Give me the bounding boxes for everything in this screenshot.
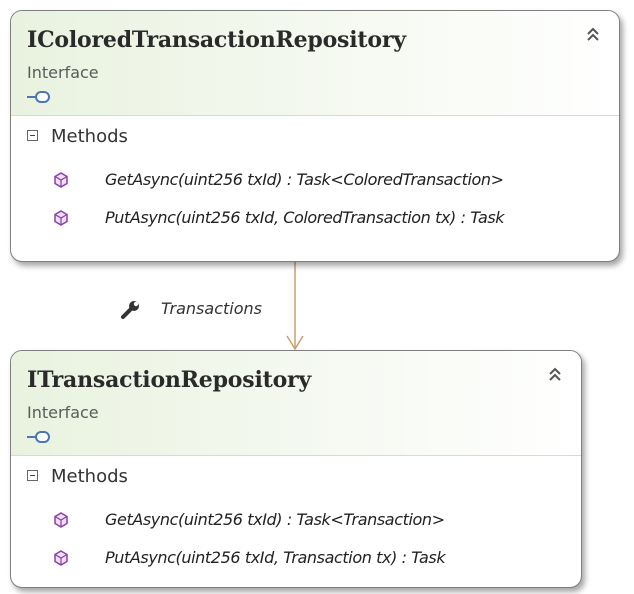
method-signature: PutAsync(uint256 txId, ColoredTransactio…	[105, 208, 505, 227]
methods-compartment[interactable]: Methods	[11, 455, 581, 502]
method-cube-icon	[54, 210, 68, 226]
class-title: IColoredTransactionRepository	[27, 27, 406, 53]
collapse-minus-icon[interactable]	[27, 470, 38, 481]
methods-compartment[interactable]: Methods	[11, 115, 619, 162]
collapse-minus-icon[interactable]	[27, 130, 38, 141]
method-row[interactable]: GetAsync(uint256 txId) : Task<ColoredTra…	[11, 162, 619, 200]
method-signature: GetAsync(uint256 txId) : Task<ColoredTra…	[105, 170, 504, 189]
double-chevron-up-icon[interactable]	[547, 365, 563, 383]
method-cube-icon	[54, 512, 68, 528]
interface-lollipop-icon	[27, 91, 50, 103]
method-row[interactable]: GetAsync(uint256 txId) : Task<Transactio…	[11, 502, 581, 540]
method-cube-icon	[54, 550, 68, 566]
class-header: IColoredTransactionRepository Interface	[11, 11, 619, 115]
class-header: ITransactionRepository Interface	[11, 351, 581, 455]
method-row[interactable]: PutAsync(uint256 txId, ColoredTransactio…	[11, 200, 619, 238]
class-stereotype: Interface	[27, 63, 99, 82]
method-signature: GetAsync(uint256 txId) : Task<Transactio…	[105, 510, 445, 529]
methods-label: Methods	[51, 126, 128, 147]
class-stereotype: Interface	[27, 403, 99, 422]
interface-lollipop-icon	[27, 431, 50, 443]
method-signature: PutAsync(uint256 txId, Transaction tx) :…	[105, 548, 446, 567]
class-box-transaction-repository[interactable]: ITransactionRepository Interface Methods…	[10, 350, 582, 588]
wrench-icon	[121, 301, 139, 319]
class-box-colored-transaction-repository[interactable]: IColoredTransactionRepository Interface …	[10, 10, 620, 262]
association-label[interactable]: Transactions	[161, 299, 262, 318]
double-chevron-up-icon[interactable]	[585, 25, 601, 43]
class-title: ITransactionRepository	[27, 367, 312, 393]
method-cube-icon	[54, 172, 68, 188]
methods-label: Methods	[51, 466, 128, 487]
method-row[interactable]: PutAsync(uint256 txId, Transaction tx) :…	[11, 540, 581, 578]
